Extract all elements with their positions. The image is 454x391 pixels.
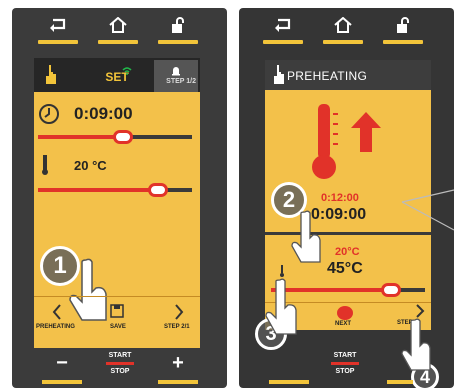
prev-step-button[interactable]: PREHEATING [36, 304, 84, 344]
pointer-hand-icon [263, 278, 303, 343]
program-screen: SET STEP 1/2 0:09:00 20 °C 1 PREHEATING … [34, 58, 200, 348]
lock-icon [158, 14, 198, 36]
plus-button[interactable]: + [158, 352, 198, 384]
minus-label: − [56, 352, 68, 374]
lock-icon [383, 14, 423, 36]
screen-header: PREHEATING [265, 60, 431, 90]
time-slider-knob[interactable] [112, 130, 133, 144]
save-button[interactable]: SAVE [98, 304, 138, 344]
prev-step-label: PREHEATING [36, 324, 75, 330]
back-icon [38, 14, 78, 36]
alert-icon [337, 306, 353, 320]
bottom-controls: START STOP [239, 348, 454, 388]
home-icon [323, 14, 363, 36]
start-stop-button[interactable]: START STOP [325, 350, 365, 386]
lock-button[interactable] [383, 14, 423, 44]
home-button[interactable] [98, 14, 138, 44]
top-toolbar [239, 8, 454, 52]
chevron-left-icon [52, 304, 62, 325]
back-button[interactable] [263, 14, 303, 44]
save-icon [110, 304, 124, 323]
temp-slider-knob[interactable] [148, 183, 169, 197]
next-button[interactable]: NEXT [325, 306, 365, 330]
plus-label: + [172, 352, 184, 374]
temp-value: 20 °C [74, 158, 107, 173]
time-value: 0:09:00 [74, 104, 133, 123]
temp-value: 45°C [327, 260, 363, 277]
next-step-button[interactable]: STEP 2/1 [154, 304, 198, 344]
next-label: NEXT [335, 321, 352, 327]
start-label: START [108, 352, 132, 359]
thermometer-icon [309, 102, 339, 187]
home-button[interactable] [323, 14, 363, 44]
temp-target: 20°C [335, 246, 360, 258]
preheating-title: PREHEATING [287, 69, 368, 83]
temp-slider-knob[interactable] [381, 283, 402, 297]
hand-icon [273, 64, 285, 91]
start-stop-button[interactable]: START STOP [100, 350, 140, 386]
arrow-up-icon [351, 112, 381, 157]
top-toolbar [12, 8, 227, 52]
screen-header: SET STEP 1/2 [34, 58, 200, 92]
time-slider[interactable] [38, 130, 192, 144]
chevron-right-icon [174, 304, 184, 325]
home-icon [98, 14, 138, 36]
step-label: STEP 1/2 [166, 78, 196, 85]
thermometer-icon [40, 154, 50, 181]
minus-button[interactable] [269, 380, 309, 384]
temp-slider[interactable] [38, 183, 192, 197]
stop-label: STOP [110, 368, 130, 375]
timer-icon [38, 103, 60, 130]
back-icon [263, 14, 303, 36]
left-panel: SET STEP 1/2 0:09:00 20 °C 1 PREHEATING … [12, 8, 227, 388]
wifi-icon [122, 62, 132, 80]
callout-lines [401, 189, 454, 231]
save-label: SAVE [110, 324, 126, 330]
stop-label: STOP [335, 368, 355, 375]
lock-button[interactable] [158, 14, 198, 44]
pointer-hand-icon [289, 210, 325, 271]
time-target: 0:12:00 [321, 192, 359, 204]
next-step-label: STEP 2/1 [164, 324, 190, 330]
start-label: START [333, 352, 357, 359]
bottom-controls: − START STOP + [12, 348, 227, 388]
back-button[interactable] [38, 14, 78, 44]
minus-button[interactable]: − [42, 352, 82, 384]
plus-button[interactable] [387, 380, 413, 384]
